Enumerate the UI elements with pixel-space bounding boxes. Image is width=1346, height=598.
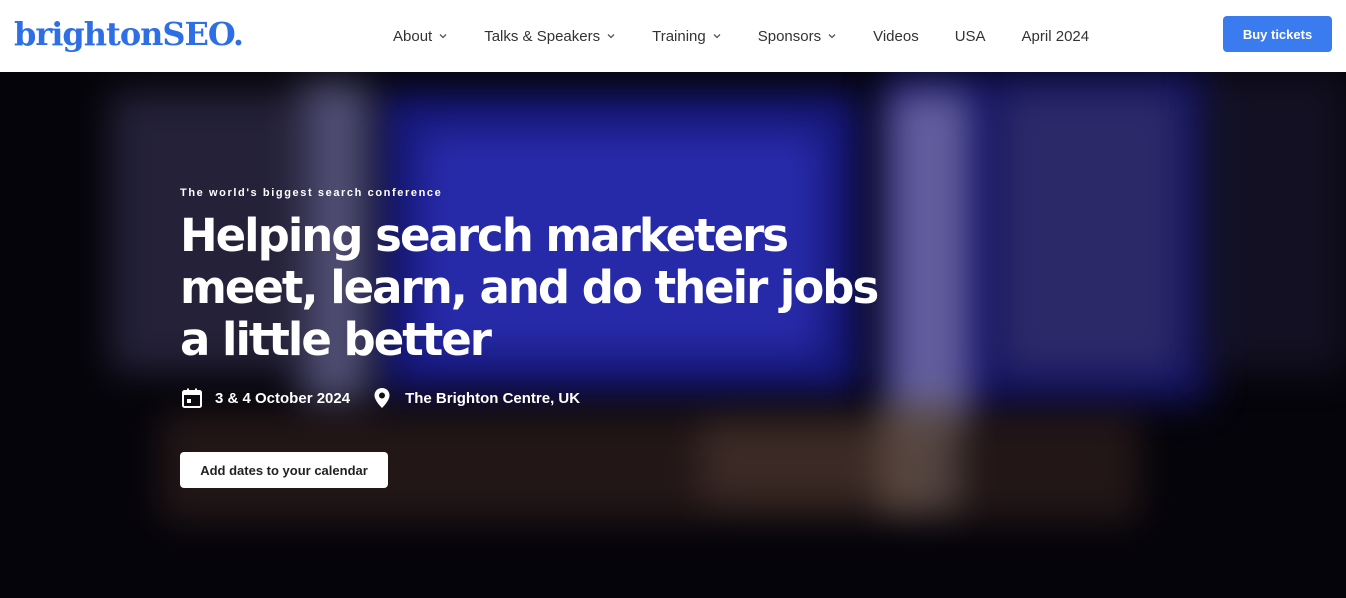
chevron-down-icon [712, 31, 722, 41]
main-nav: About Talks & Speakers Training Sponsors… [393, 0, 1125, 72]
hero-headline-line: Helping search marketers [180, 209, 789, 262]
buy-tickets-button[interactable]: Buy tickets [1223, 16, 1332, 52]
hero-eyebrow: The world's biggest search conference [180, 187, 443, 199]
event-location-text: The Brighton Centre, UK [405, 389, 581, 407]
nav-item-label: Training [652, 27, 706, 45]
hero-headline-line: meet, learn, and do their jobs [180, 261, 879, 314]
nav-item-sponsors[interactable]: Sponsors [758, 28, 837, 45]
nav-item-talks-speakers[interactable]: Talks & Speakers [484, 28, 616, 45]
chevron-down-icon [438, 31, 448, 41]
site-logo[interactable]: brightonSEO. [14, 12, 244, 56]
hero-headline-line: a little better [180, 313, 492, 366]
nav-item-label: Sponsors [757, 27, 822, 45]
nav-item-training[interactable]: Training [652, 28, 722, 45]
nav-item-label: About [393, 27, 433, 45]
event-date: 3 & 4 October 2024 [180, 386, 350, 410]
nav-item-about[interactable]: About [393, 28, 448, 45]
map-pin-icon [370, 386, 394, 410]
nav-item-label: USA [954, 27, 986, 45]
site-header: brightonSEO. About Talks & Speakers Trai… [0, 0, 1346, 72]
calendar-icon [180, 386, 204, 410]
event-date-text: 3 & 4 October 2024 [215, 389, 351, 407]
chevron-down-icon [606, 31, 616, 41]
hero-headline: Helping search marketers meet, learn, an… [180, 210, 880, 366]
nav-item-videos[interactable]: Videos [873, 28, 919, 45]
nav-item-label: Videos [873, 27, 919, 45]
nav-item-usa[interactable]: USA [955, 28, 986, 45]
hero-section: The world's biggest search conference He… [0, 72, 1346, 598]
add-to-calendar-button[interactable]: Add dates to your calendar [180, 452, 388, 488]
event-location: The Brighton Centre, UK [370, 386, 580, 410]
nav-item-label: Talks & Speakers [484, 27, 601, 45]
nav-item-label: April 2024 [1021, 27, 1090, 45]
event-meta: 3 & 4 October 2024 The Brighton Centre, … [180, 386, 600, 410]
nav-item-april-2024[interactable]: April 2024 [1022, 28, 1090, 45]
chevron-down-icon [827, 31, 837, 41]
